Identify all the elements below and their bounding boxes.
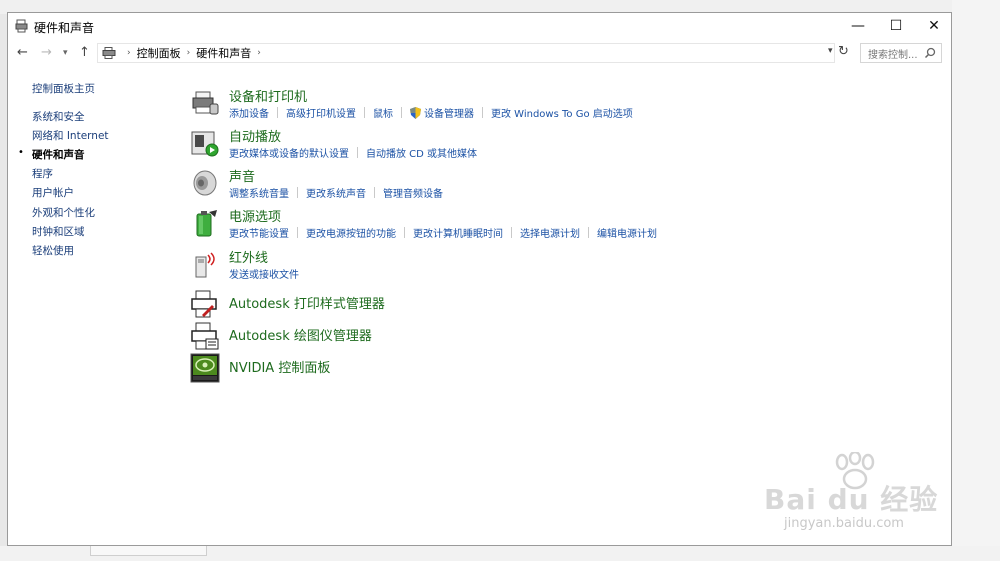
search-icon[interactable] bbox=[924, 47, 936, 59]
search-box[interactable]: 搜索控制... bbox=[860, 43, 942, 63]
category-autodesk-plotter: Autodesk 绘图仪管理器 bbox=[190, 319, 930, 350]
category-title[interactable]: 自动播放 bbox=[229, 126, 281, 145]
category-title[interactable]: 声音 bbox=[229, 166, 255, 185]
sidebar-item-ease-of-access[interactable]: 轻松使用 bbox=[32, 243, 74, 258]
link-change-default-media[interactable]: 更改媒体或设备的默认设置 bbox=[229, 145, 349, 160]
link-mouse[interactable]: 鼠标 bbox=[373, 105, 393, 120]
link-send-receive-files[interactable]: 发送或接收文件 bbox=[229, 266, 299, 281]
back-button[interactable]: ← bbox=[17, 45, 28, 60]
watermark-brand: Bai du 经验 bbox=[764, 483, 939, 516]
link-divider bbox=[511, 227, 512, 238]
category-title[interactable]: NVIDIA 控制面板 bbox=[229, 357, 330, 376]
link-advanced-printer-setup[interactable]: 高级打印机设置 bbox=[286, 105, 356, 120]
uac-shield-icon bbox=[410, 106, 421, 119]
category-title[interactable]: 红外线 bbox=[229, 247, 268, 266]
link-divider bbox=[482, 107, 483, 118]
title-bar[interactable]: 硬件和声音 — ☐ ✕ bbox=[8, 13, 951, 41]
link-divider bbox=[364, 107, 365, 118]
link-windows-to-go[interactable]: 更改 Windows To Go 启动选项 bbox=[491, 105, 633, 120]
link-divider bbox=[297, 187, 298, 198]
refresh-button[interactable]: ↻ bbox=[838, 44, 849, 59]
sidebar-item-network[interactable]: 网络和 Internet bbox=[32, 128, 109, 143]
link-divider bbox=[404, 227, 405, 238]
breadcrumb-control-panel[interactable]: 控制面板 bbox=[137, 45, 181, 61]
control-panel-icon bbox=[102, 47, 116, 59]
link-device-manager[interactable]: 设备管理器 bbox=[424, 105, 474, 120]
category-infrared: 红外线 发送或接收文件 bbox=[190, 247, 930, 283]
baidu-jingyan-watermark: Bai du 经验 jingyan.baidu.com bbox=[764, 452, 954, 542]
link-change-power-saving[interactable]: 更改节能设置 bbox=[229, 225, 289, 240]
category-devices-printers: 设备和打印机 添加设备 高级打印机设置 鼠标 设备管理器 更改 Windows … bbox=[190, 86, 930, 122]
address-bar[interactable]: › 控制面板 › 硬件和声音 › bbox=[97, 43, 835, 63]
link-add-device[interactable]: 添加设备 bbox=[229, 105, 269, 120]
search-placeholder: 搜索控制... bbox=[868, 49, 918, 61]
recent-locations-button[interactable]: ▾ bbox=[63, 48, 68, 58]
breadcrumb-separator[interactable]: › bbox=[187, 48, 191, 58]
watermark-url: jingyan.baidu.com bbox=[784, 516, 904, 531]
link-divider bbox=[357, 147, 358, 158]
nvidia-icon bbox=[190, 353, 220, 383]
sidebar-item-home[interactable]: 控制面板主页 bbox=[32, 81, 95, 96]
close-button[interactable]: ✕ bbox=[915, 13, 953, 39]
link-autoplay-cd[interactable]: 自动播放 CD 或其他媒体 bbox=[366, 145, 477, 160]
category-title[interactable]: Autodesk 打印样式管理器 bbox=[229, 293, 385, 312]
category-power-options: 电源选项 更改节能设置 更改电源按钮的功能 更改计算机睡眠时间 选择电源计划 编… bbox=[190, 206, 930, 242]
sidebar-item-user-accounts[interactable]: 用户帐户 bbox=[32, 185, 74, 200]
forward-button[interactable]: → bbox=[41, 45, 52, 60]
category-links: 添加设备 高级打印机设置 鼠标 设备管理器 更改 Windows To Go 启… bbox=[229, 105, 633, 120]
category-links: 调整系统音量 更改系统声音 管理音频设备 bbox=[229, 185, 443, 200]
category-links: 更改媒体或设备的默认设置 自动播放 CD 或其他媒体 bbox=[229, 145, 477, 160]
breadcrumb-separator[interactable]: › bbox=[127, 48, 131, 58]
battery-power-icon bbox=[196, 210, 217, 237]
link-sleep-time[interactable]: 更改计算机睡眠时间 bbox=[413, 225, 503, 240]
link-divider bbox=[588, 227, 589, 238]
link-adjust-volume[interactable]: 调整系统音量 bbox=[229, 185, 289, 200]
link-divider bbox=[277, 107, 278, 118]
link-power-button-function[interactable]: 更改电源按钮的功能 bbox=[306, 225, 396, 240]
link-manage-audio-devices[interactable]: 管理音频设备 bbox=[383, 185, 443, 200]
hardware-sound-icon bbox=[15, 19, 28, 33]
sidebar-item-clock-region[interactable]: 时钟和区域 bbox=[32, 224, 85, 239]
sidebar-item-hardware-sound[interactable]: 硬件和声音 bbox=[32, 147, 85, 162]
category-autoplay: 自动播放 更改媒体或设备的默认设置 自动播放 CD 或其他媒体 bbox=[190, 126, 930, 162]
breadcrumb-separator[interactable]: › bbox=[257, 48, 261, 58]
background-right-area bbox=[952, 0, 1000, 561]
link-choose-power-plan[interactable]: 选择电源计划 bbox=[520, 225, 580, 240]
navigation-bar: ← → ▾ ↑ › 控制面板 › 硬件和声音 › ▾ ↻ 搜索控制... bbox=[8, 41, 951, 65]
category-autodesk-print-style: Autodesk 打印样式管理器 bbox=[190, 287, 930, 318]
sidebar-item-system-security[interactable]: 系统和安全 bbox=[32, 109, 85, 124]
link-change-system-sounds[interactable]: 更改系统声音 bbox=[306, 185, 366, 200]
link-divider bbox=[401, 107, 402, 118]
speaker-icon bbox=[193, 170, 217, 196]
link-edit-power-plan[interactable]: 编辑电源计划 bbox=[597, 225, 657, 240]
address-dropdown-button[interactable]: ▾ bbox=[828, 46, 833, 56]
sidebar-item-appearance[interactable]: 外观和个性化 bbox=[32, 205, 95, 220]
autodesk-plotter-icon bbox=[191, 322, 219, 350]
category-links: 更改节能设置 更改电源按钮的功能 更改计算机睡眠时间 选择电源计划 编辑电源计划 bbox=[229, 225, 657, 240]
infrared-icon bbox=[195, 252, 215, 278]
up-button[interactable]: ↑ bbox=[79, 45, 90, 60]
autodesk-print-style-icon bbox=[191, 290, 217, 318]
selected-bullet: • bbox=[18, 147, 24, 158]
category-nvidia: NVIDIA 控制面板 bbox=[190, 351, 930, 383]
category-sound: 声音 调整系统音量 更改系统声音 管理音频设备 bbox=[190, 166, 930, 202]
category-title[interactable]: 电源选项 bbox=[229, 206, 281, 225]
link-divider bbox=[297, 227, 298, 238]
category-title[interactable]: Autodesk 绘图仪管理器 bbox=[229, 325, 372, 344]
printer-device-icon bbox=[192, 91, 219, 115]
maximize-button[interactable]: ☐ bbox=[877, 13, 915, 39]
window-title: 硬件和声音 bbox=[34, 21, 95, 35]
minimize-button[interactable]: — bbox=[839, 13, 877, 39]
category-title[interactable]: 设备和打印机 bbox=[229, 86, 307, 105]
link-divider bbox=[374, 187, 375, 198]
category-links: 发送或接收文件 bbox=[229, 266, 299, 281]
autoplay-icon bbox=[191, 131, 219, 157]
breadcrumb-hardware-sound[interactable]: 硬件和声音 bbox=[196, 45, 251, 61]
sidebar-item-programs[interactable]: 程序 bbox=[32, 166, 53, 181]
